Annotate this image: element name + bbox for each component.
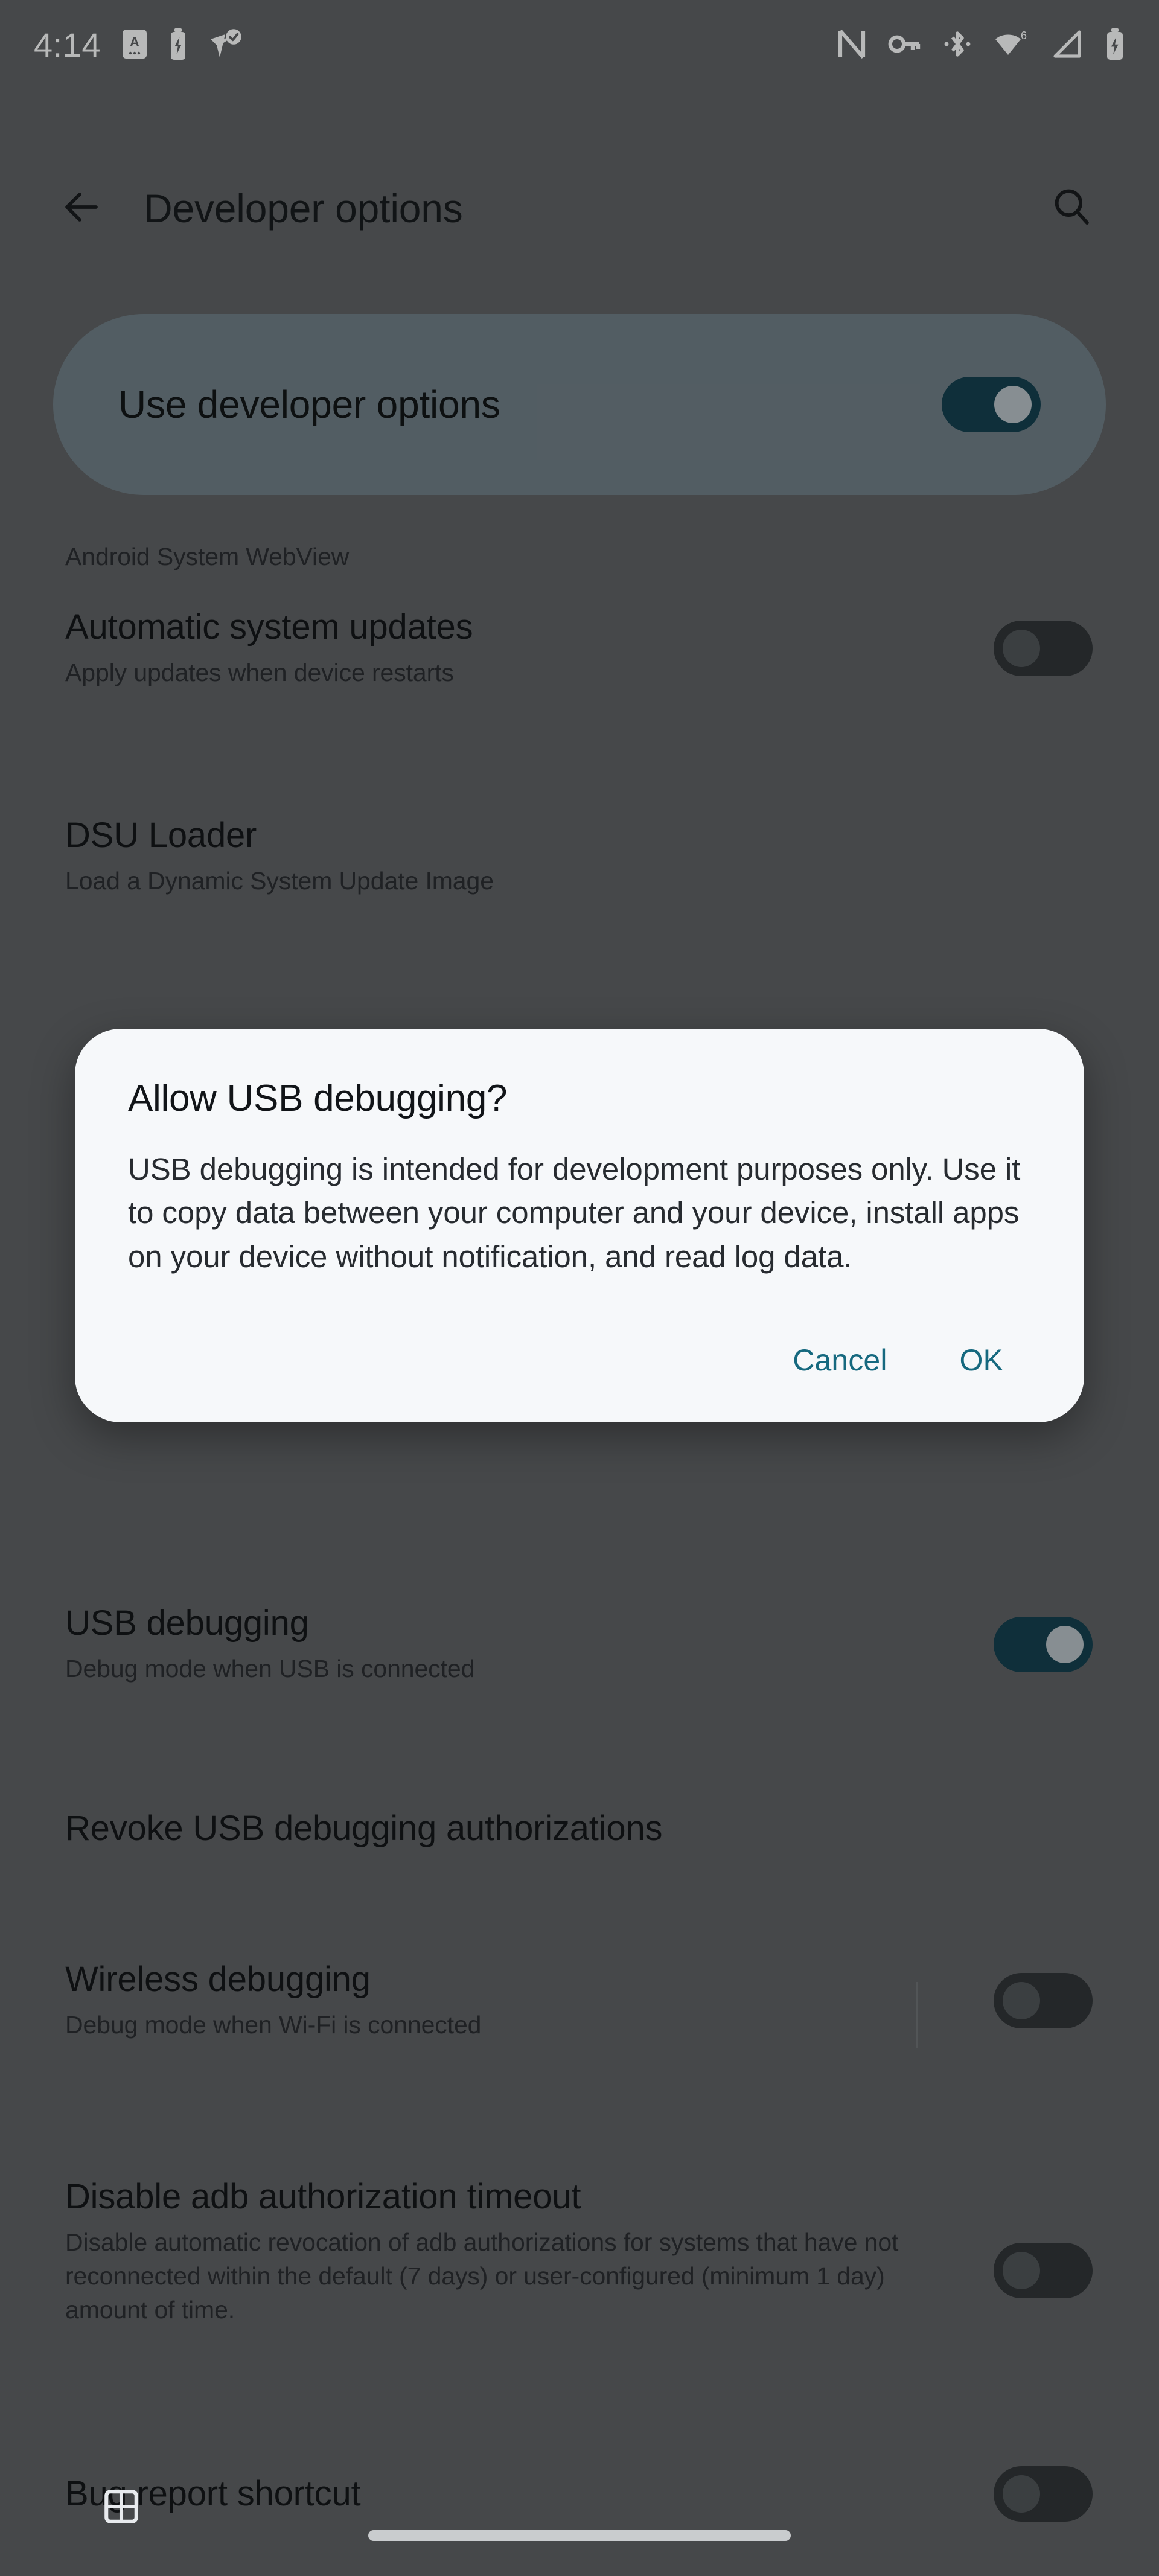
home-indicator[interactable] [368,2530,791,2541]
dialog-body: USB debugging is intended for developmen… [128,1152,1021,1274]
android-settings-screen: 4:14 A 6 Developer options Use developer… [0,0,1159,2576]
dialog-actions: Cancel OK [128,1325,1031,1396]
cancel-button[interactable]: Cancel [765,1325,915,1396]
overview-button[interactable] [101,2487,141,2526]
allow-usb-debugging-dialog: Allow USB debugging? USB debugging is in… [75,1029,1084,1423]
overview-icon [101,2490,141,2529]
ok-button[interactable]: OK [932,1325,1031,1396]
dialog-title: Allow USB debugging? [128,1078,508,1119]
